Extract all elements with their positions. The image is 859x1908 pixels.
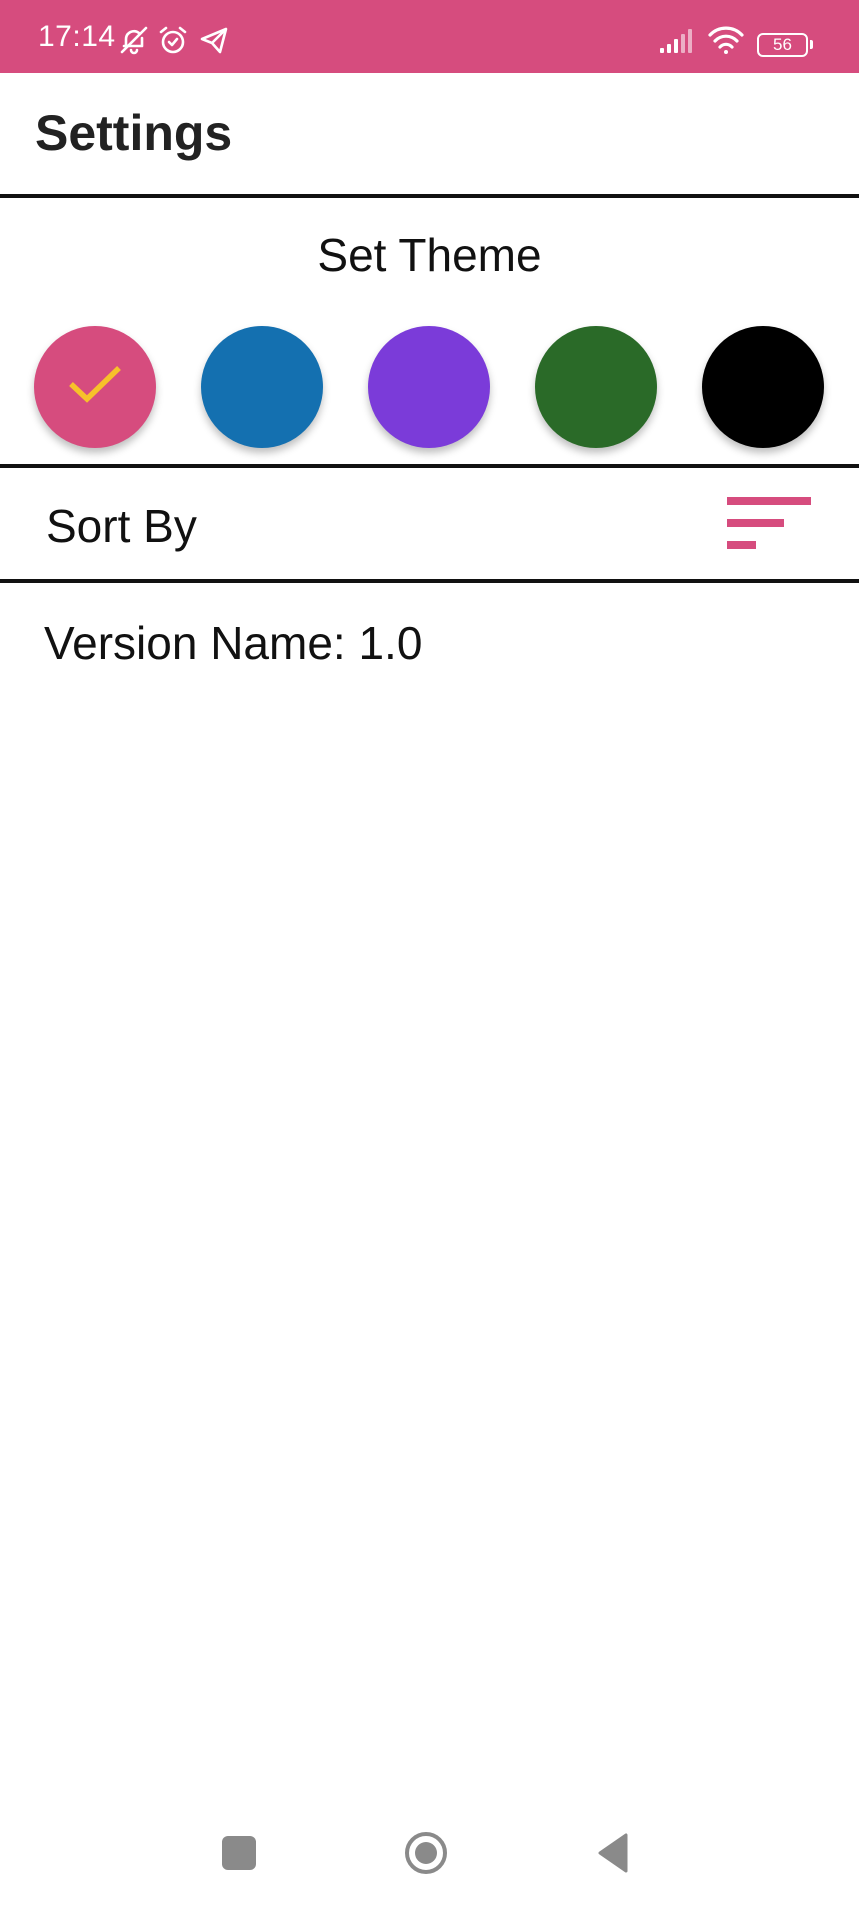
divider [0,194,859,198]
back-icon[interactable] [592,1830,638,1876]
theme-color-blue-swatch[interactable] [201,326,323,448]
recent-apps-icon[interactable] [216,1830,262,1876]
alarm-icon [157,24,189,56]
theme-color-purple-swatch[interactable] [368,326,490,448]
battery-icon: 56 [757,33,813,57]
theme-color-black-swatch[interactable] [702,326,824,448]
sort-icon-bar [727,497,811,505]
sort-by-label: Sort By [46,500,197,552]
sort-icon-bar [727,541,756,549]
wifi-icon [707,24,745,56]
sort-icon[interactable] [727,495,811,555]
status-time: 17:14 [38,20,116,53]
sort-by-row[interactable]: Sort By [0,470,859,580]
theme-color-pink-swatch[interactable] [34,326,156,448]
app-bar: Settings [0,73,859,194]
sort-icon-bar [727,519,784,527]
home-icon[interactable] [403,1830,449,1876]
version-name-text: Version Name: 1.0 [44,617,423,669]
divider [0,579,859,583]
bell-off-icon [118,24,150,56]
divider [0,464,859,468]
check-icon [69,366,121,403]
signal-icon [658,24,698,56]
status-bar: 17:14 56 [0,0,859,73]
page-title: Settings [35,105,233,161]
theme-section-title: Set Theme [317,229,542,281]
theme-color-green-swatch[interactable] [535,326,657,448]
telegram-icon [198,24,230,56]
